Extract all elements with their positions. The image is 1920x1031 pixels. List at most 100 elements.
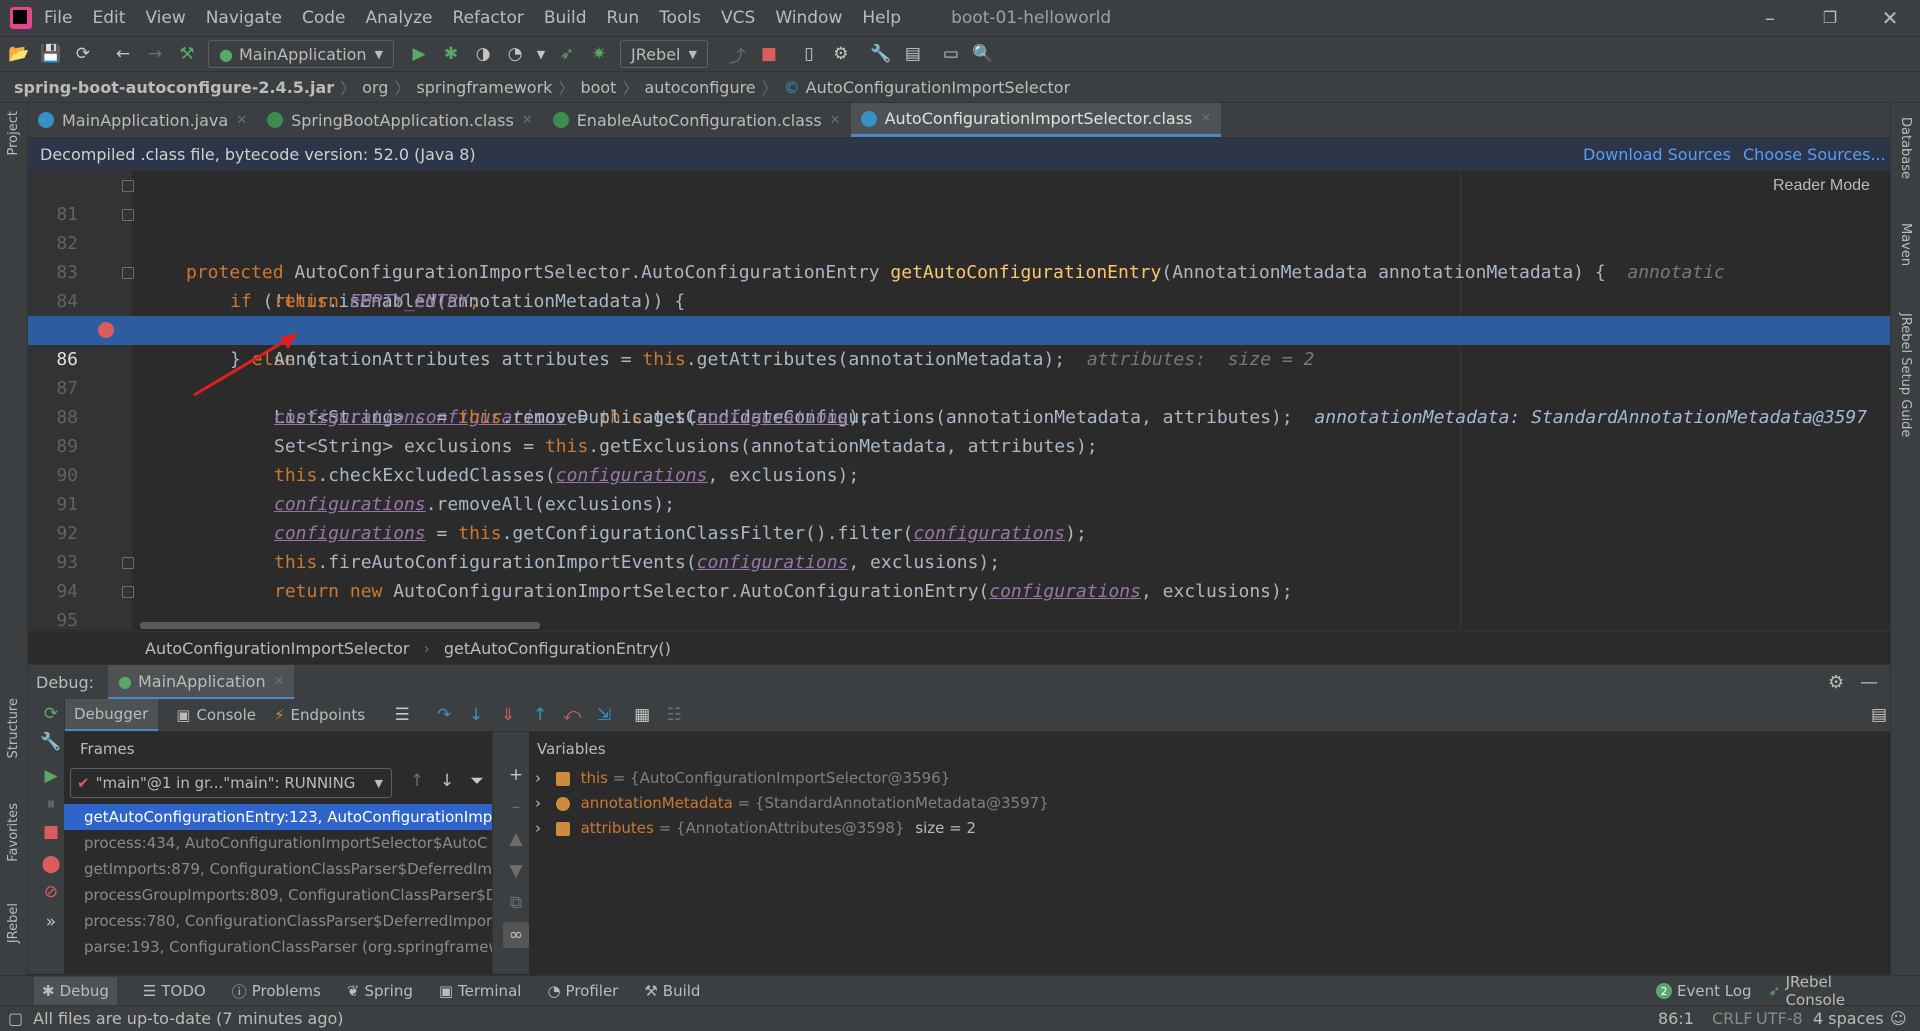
horizontal-scrollbar[interactable] [140, 622, 540, 629]
debug-session-tab[interactable]: ● MainApplication ✕ [108, 665, 295, 699]
build-hammer-icon[interactable]: ⚒ [174, 41, 200, 67]
choose-sources-link[interactable]: Choose Sources... [1743, 145, 1886, 164]
attach-icon[interactable]: ⚙ [828, 41, 854, 67]
tab-debugger[interactable]: Debugger [64, 699, 159, 731]
step-out-icon[interactable]: ↑ [527, 702, 553, 728]
menu-build[interactable]: Build [544, 8, 587, 28]
download-sources-link[interactable]: Download Sources [1583, 145, 1731, 164]
breakpoint-icon[interactable] [98, 322, 114, 338]
coverage-icon[interactable]: ◑ [470, 41, 496, 67]
thread-select[interactable]: ✔ "main"@1 in gr..."main": RUNNING ▼ [70, 768, 392, 798]
fold-marker-icon[interactable] [122, 267, 134, 279]
jrebel-select[interactable]: JRebel ▼ [620, 40, 708, 68]
tab-endpoints[interactable]: ⚡ Endpoints [274, 706, 365, 724]
debug-icon[interactable]: ✱ [438, 41, 464, 67]
line-separator[interactable]: CRLF [1712, 1009, 1752, 1028]
crumb-springframework[interactable]: springframework [416, 78, 552, 97]
run-icon[interactable]: ▶ [406, 41, 432, 67]
close-tab-icon[interactable]: ✕ [1200, 111, 1211, 126]
project-structure-icon[interactable]: ▤ [900, 41, 926, 67]
jrebel-tool-label[interactable]: JRebel [6, 903, 21, 943]
fold-marker-icon[interactable] [122, 209, 134, 221]
back-icon[interactable]: ← [110, 41, 136, 67]
project-tool-label[interactable]: Project [6, 111, 21, 155]
jrebel-update-icon[interactable]: ⤴ [724, 41, 750, 67]
frame-up-icon[interactable]: ↑ [404, 768, 430, 794]
tool-spring[interactable]: ❦ Spring [347, 982, 413, 1000]
menu-run[interactable]: Run [607, 8, 640, 28]
stop-icon[interactable]: ■ [756, 41, 782, 67]
tool-build[interactable]: ⚒ Build [644, 982, 700, 1000]
terminal-window-icon[interactable]: ▭ [938, 41, 964, 67]
frame-item[interactable]: process:434, AutoConfigurationImportSele… [64, 830, 492, 856]
menu-edit[interactable]: Edit [92, 8, 125, 28]
menu-tools[interactable]: Tools [659, 8, 701, 28]
stop-icon[interactable]: ■ [38, 819, 64, 845]
move-up-icon[interactable]: ▲ [503, 826, 529, 852]
run-config-select[interactable]: ● MainApplication ▼ [208, 40, 395, 68]
evaluate-icon[interactable]: ▦ [629, 702, 655, 728]
jrebel-debug-icon[interactable]: ✷ [586, 41, 612, 67]
crumb-jar[interactable]: spring-boot-autoconfigure-2.4.5.jar [14, 78, 334, 97]
fold-marker-icon[interactable] [122, 586, 134, 598]
menu-window[interactable]: Window [775, 8, 842, 28]
tool-jrebel-console[interactable]: ➶ JRebel Console [1768, 973, 1894, 1009]
menu-analyze[interactable]: Analyze [366, 8, 433, 28]
step-into-icon[interactable]: ↓ [463, 702, 489, 728]
save-icon[interactable]: 💾 [38, 41, 64, 67]
menu-help[interactable]: Help [862, 8, 901, 28]
menu-navigate[interactable]: Navigate [206, 8, 282, 28]
threads-list-icon[interactable]: ☰ [389, 702, 415, 728]
hide-panel-icon[interactable]: — [1860, 672, 1878, 693]
variable-row[interactable]: › this = {AutoConfigurationImportSelecto… [535, 766, 950, 791]
forward-icon[interactable]: → [142, 41, 168, 67]
caret-position[interactable]: 86:1 [1658, 1009, 1694, 1028]
view-breakpoints-icon[interactable]: ⬤ [38, 851, 64, 877]
crumb-autoconfigure[interactable]: autoconfigure [644, 78, 755, 97]
variable-row[interactable]: › annotationMetadata = {StandardAnnotati… [535, 791, 1049, 816]
glasses-icon[interactable]: ∞ [503, 922, 529, 948]
expand-icon[interactable]: › [535, 769, 541, 787]
restore-icon[interactable]: ❐ [1800, 4, 1860, 32]
frame-item[interactable]: process:780, ConfigurationClassParser$De… [64, 908, 492, 934]
sync-icon[interactable]: ⟳ [70, 41, 96, 67]
resume-icon[interactable]: ▶ [38, 763, 64, 789]
settings-wrench-icon[interactable]: 🔧 [868, 41, 894, 67]
jrebel-setup-guide-label[interactable]: JRebel Setup Guide [1898, 313, 1913, 437]
crumb-method[interactable]: getAutoConfigurationEntry() [444, 639, 671, 658]
rerun-icon[interactable]: ⟳ [38, 701, 64, 727]
force-step-into-icon[interactable]: ⇓ [495, 702, 521, 728]
close-tab-icon[interactable]: ✕ [236, 113, 247, 128]
expand-icon[interactable]: › [535, 819, 541, 837]
reader-mode-toggle[interactable]: Reader Mode [1773, 177, 1870, 195]
tool-event-log[interactable]: 2 Event Log [1656, 982, 1752, 1000]
more-run-icon[interactable]: ▼ [534, 41, 548, 67]
expand-icon[interactable]: › [535, 794, 541, 812]
pause-icon[interactable]: ⏸ [38, 791, 64, 817]
file-encoding[interactable]: UTF-8 [1756, 1009, 1803, 1028]
tool-profiler[interactable]: ◔ Profiler [547, 982, 618, 1000]
menu-view[interactable]: View [145, 8, 185, 28]
tab-auto-configuration-import-selector[interactable]: AutoConfigurationImportSelector.class ✕ [850, 103, 1222, 137]
crumb-class[interactable]: AutoConfigurationImportSelector [145, 639, 409, 658]
trace-icon[interactable]: ☷ [661, 702, 687, 728]
frame-item[interactable]: getImports:879, ConfigurationClassParser… [64, 856, 492, 882]
minimize-icon[interactable]: – [1740, 4, 1800, 32]
move-down-icon[interactable]: ▼ [503, 858, 529, 884]
step-over-icon[interactable]: ↷ [431, 702, 457, 728]
inspector-icon[interactable]: ☺ [1890, 1009, 1907, 1028]
open-folder-icon[interactable]: 📂 [6, 41, 32, 67]
drop-frame-icon[interactable]: ⤺ [559, 702, 585, 728]
run-to-cursor-icon[interactable]: ⇲ [591, 702, 617, 728]
add-watch-icon[interactable]: + [503, 762, 529, 788]
tab-console[interactable]: ▣ Console [176, 706, 256, 724]
frame-item[interactable]: getAutoConfigurationEntry:123, AutoConfi… [64, 804, 492, 830]
indent-setting[interactable]: 4 spaces [1813, 1009, 1884, 1028]
frame-item[interactable]: parse:193, ConfigurationClassParser (org… [64, 934, 492, 960]
frame-down-icon[interactable]: ↓ [434, 768, 460, 794]
close-icon[interactable]: ✕ [1860, 4, 1920, 32]
tool-debug[interactable]: ✱ Debug [34, 977, 117, 1005]
tab-enable-auto-configuration[interactable]: EnableAutoConfiguration.class ✕ [543, 103, 851, 137]
device-icon[interactable]: ▯ [796, 41, 822, 67]
filter-icon[interactable]: ⏷ [464, 768, 490, 794]
